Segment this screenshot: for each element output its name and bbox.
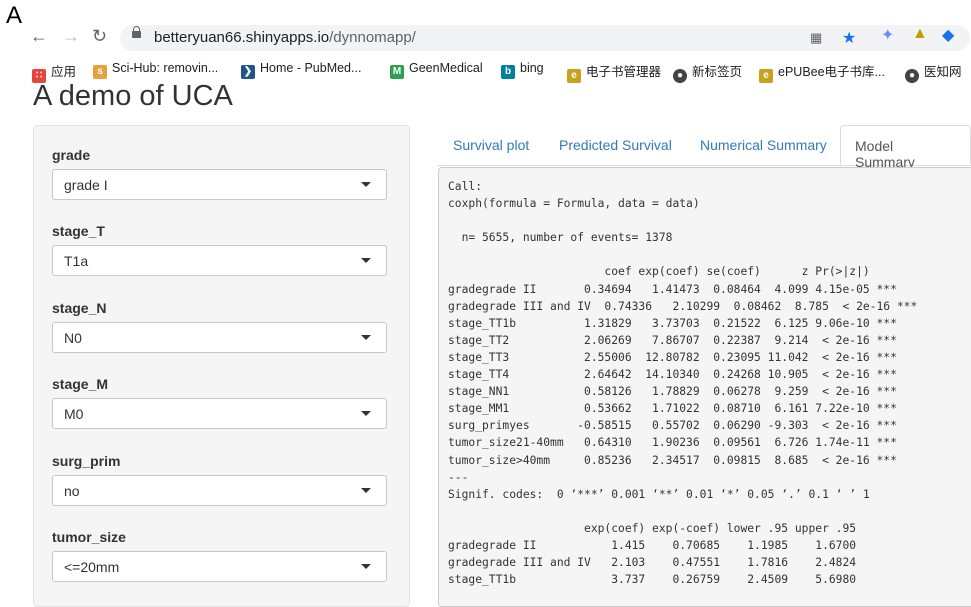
- bookmark-geenmedical[interactable]: M GeenMedical: [390, 61, 483, 79]
- caret-down-icon: [361, 564, 371, 569]
- summary-line: coxph(formula = Formula, data = data): [448, 197, 700, 211]
- model-summary-output: Call: coxph(formula = Formula, data = dat…: [438, 167, 971, 607]
- tab-predicted-survival[interactable]: Predicted Survival: [559, 137, 672, 153]
- forward-arrow-icon[interactable]: →: [62, 26, 80, 47]
- url-path: /dynnomapp/: [329, 29, 416, 46]
- stage-t-value: T1a: [64, 253, 89, 269]
- url-text: betteryuan66.shinyapps.io/dynnomapp/: [154, 29, 416, 46]
- grade-value: grade I: [64, 177, 108, 193]
- bing-icon: b: [501, 65, 515, 79]
- pubmed-icon: ❯: [241, 65, 255, 79]
- summary-line: stage_TT2 2.06269 7.86707 0.22387 9.214 …: [448, 333, 897, 347]
- summary-line: Call:: [448, 180, 483, 193]
- summary-line: [448, 212, 968, 229]
- summary-line: surg_primyes -0.58515 0.55702 0.06290 -9…: [448, 419, 897, 433]
- globe-icon: ●: [905, 69, 919, 83]
- scihub-icon: s: [93, 65, 107, 79]
- summary-line: gradegrade II 0.34694 1.41473 0.08464 4.…: [448, 282, 897, 296]
- summary-line: gradegrade III and IV 2.103 0.47551 1.78…: [448, 556, 857, 570]
- summary-line: tumor_size21-40mm 0.64310 1.90236 0.0956…: [448, 436, 897, 450]
- back-arrow-icon[interactable]: ←: [30, 26, 48, 47]
- translate-icon[interactable]: ▦: [810, 30, 822, 46]
- url-host: betteryuan66.shinyapps.io: [154, 29, 330, 46]
- caret-down-icon: [361, 411, 371, 416]
- summary-line: stage_TT3 2.55006 12.80782 0.23095 11.04…: [448, 350, 897, 364]
- stage-n-value: N0: [64, 330, 82, 346]
- bookmark-scihub[interactable]: s Sci-Hub: removin...: [93, 61, 218, 79]
- ebook-icon: e: [567, 69, 581, 83]
- bookmark-ebook-manager[interactable]: e 电子书管理器: [567, 61, 661, 83]
- summary-line: n= 5655, number of events= 1378: [448, 231, 673, 245]
- summary-line: tumor_size>40mm 0.85236 2.34517 0.09815 …: [448, 453, 897, 467]
- extension-diamond-icon[interactable]: ◆: [942, 25, 954, 45]
- bookmark-epubee[interactable]: e ePUBee电子书库...: [759, 61, 885, 83]
- stage-m-select[interactable]: M0: [52, 398, 387, 429]
- bookmark-yizhiwang[interactable]: ● 医知网: [905, 61, 962, 83]
- caret-down-icon: [361, 488, 371, 493]
- stage-m-label: stage_M: [52, 376, 109, 392]
- stage-t-select[interactable]: T1a: [52, 245, 387, 276]
- extension-microscope-icon[interactable]: ▲: [912, 25, 928, 43]
- summary-line: stage_NN1 0.58126 1.78829 0.06278 9.259 …: [448, 385, 897, 399]
- epubee-icon: e: [759, 69, 773, 83]
- star-bookmark-icon[interactable]: ★: [842, 28, 856, 48]
- summary-line: gradegrade II 1.415 0.70685 1.1985 1.670…: [448, 538, 857, 552]
- tab-numerical-summary[interactable]: Numerical Summary: [700, 137, 827, 153]
- input-sidebar: grade grade I stage_T T1a stage_N N0 sta…: [33, 125, 410, 607]
- output-tabs: Survival plot Predicted Survival Numeric…: [438, 125, 971, 170]
- bookmark-bing[interactable]: b bing: [501, 61, 544, 79]
- summary-line: gradegrade III and IV 0.74336 2.10299 0.…: [448, 299, 918, 313]
- summary-line: coef exp(coef) se(coef) z Pr(>|z|): [448, 265, 870, 279]
- tumor-size-select[interactable]: <=20mm: [52, 551, 387, 582]
- tumor-size-value: <=20mm: [64, 559, 120, 575]
- summary-line: exp(coef) exp(-coef) lower .95 upper .95: [448, 521, 857, 535]
- surg-prim-value: no: [64, 483, 80, 499]
- caret-down-icon: [361, 258, 371, 263]
- extension-bird-icon[interactable]: ✦: [881, 25, 894, 45]
- caret-down-icon: [361, 335, 371, 340]
- newtab-icon: ●: [673, 69, 687, 83]
- bookmarks-bar: ∷ 应用 s Sci-Hub: removin... ❯ Home - PubMed.…: [0, 57, 971, 83]
- tab-survival-plot[interactable]: Survival plot: [453, 137, 529, 153]
- tab-model-summary[interactable]: Model Summary: [840, 125, 971, 170]
- stage-t-label: stage_T: [52, 223, 105, 239]
- summary-line: ---: [448, 470, 469, 484]
- bookmark-new-tab[interactable]: ● 新标签页: [673, 61, 742, 83]
- grade-label: grade: [52, 147, 91, 163]
- address-bar: ← → ↻ betteryuan66.shinyapps.io/dynnomap…: [0, 22, 971, 54]
- summary-line: stage_MM1 0.53662 1.71022 0.08710 6.161 …: [448, 402, 897, 416]
- caret-down-icon: [361, 182, 371, 187]
- surg-prim-label: surg_prim: [52, 453, 121, 469]
- summary-line: stage_TT4 2.64642 14.10340 0.24268 10.90…: [448, 368, 897, 382]
- stage-n-label: stage_N: [52, 300, 107, 316]
- url-input[interactable]: betteryuan66.shinyapps.io/dynnomapp/ ▦ ★: [120, 25, 970, 51]
- tumor-size-label: tumor_size: [52, 529, 126, 545]
- summary-line: stage_TT1b 3.737 0.26759 2.4509 5.6980: [448, 573, 857, 587]
- page-title: A demo of UCA: [33, 80, 233, 112]
- surg-prim-select[interactable]: no: [52, 475, 387, 506]
- grade-select[interactable]: grade I: [52, 169, 387, 200]
- summary-line: stage_TT1b 1.31829 3.73703 0.21522 6.125…: [448, 316, 897, 330]
- summary-line: [448, 503, 968, 520]
- stage-n-select[interactable]: N0: [52, 322, 387, 353]
- lock-icon: [132, 26, 141, 38]
- stage-m-value: M0: [64, 406, 84, 422]
- geenmedical-icon: M: [390, 65, 404, 79]
- reload-icon[interactable]: ↻: [92, 26, 107, 47]
- bookmark-pubmed[interactable]: ❯ Home - PubMed...: [241, 61, 361, 79]
- summary-line: [448, 246, 968, 263]
- summary-line: Signif. codes: 0 ‘***’ 0.001 ‘**’ 0.01 ‘…: [448, 487, 870, 501]
